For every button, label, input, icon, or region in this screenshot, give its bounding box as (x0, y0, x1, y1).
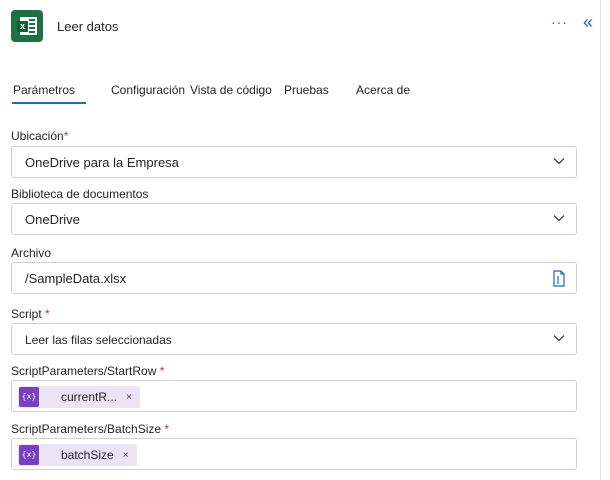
token-label: batchSize (61, 448, 114, 462)
file-label: Archivo (11, 246, 52, 260)
chevron-down-icon (553, 158, 565, 165)
start-row-input[interactable]: {x} currentR... × (11, 380, 577, 412)
script-label: Script * (11, 307, 50, 321)
more-options-button[interactable]: ··· (551, 14, 568, 30)
file-picker-icon[interactable] (552, 270, 566, 287)
location-dropdown[interactable]: OneDrive para la Empresa (11, 146, 577, 178)
tab-settings[interactable]: Configuración (111, 83, 185, 97)
chevron-down-icon (553, 215, 565, 222)
tab-code-view[interactable]: Vista de código (190, 83, 272, 97)
variable-token[interactable]: {x} currentR... × (18, 386, 140, 408)
panel-divider (600, 0, 601, 480)
variable-token[interactable]: {x} batchSize × (18, 444, 137, 466)
location-label: Ubicación* (11, 129, 69, 143)
required-mark: * (45, 307, 50, 321)
remove-token-button[interactable]: × (123, 450, 129, 461)
batch-size-input[interactable]: {x} batchSize × (11, 438, 577, 470)
chevron-down-icon (553, 335, 565, 342)
collapse-panel-button[interactable]: « (583, 13, 593, 31)
variable-icon: {x} (19, 445, 39, 465)
variable-icon: {x} (19, 387, 39, 407)
required-mark: * (63, 129, 69, 143)
library-value: OneDrive (25, 212, 80, 227)
library-dropdown[interactable]: OneDrive (11, 203, 577, 235)
required-mark: * (159, 364, 165, 378)
required-mark: * (164, 422, 170, 436)
tab-testing[interactable]: Pruebas (284, 83, 329, 97)
library-label: Biblioteca de documentos (11, 187, 149, 201)
tab-parameters[interactable]: Parámetros (13, 83, 75, 97)
start-row-label: ScriptParameters/StartRow * (11, 364, 165, 378)
excel-icon: x (11, 10, 43, 42)
token-label: currentR... (61, 390, 118, 404)
remove-token-button[interactable]: × (126, 392, 132, 403)
file-input[interactable]: /SampleData.xlsx (11, 262, 577, 294)
script-value: Leer las filas seleccionadas (25, 333, 172, 347)
action-panel: x Leer datos ··· « Parámetros Configurac… (0, 0, 600, 480)
location-value: OneDrive para la Empresa (25, 155, 179, 170)
active-tab-indicator (12, 102, 86, 104)
script-dropdown[interactable]: Leer las filas seleccionadas (11, 323, 577, 355)
tab-about[interactable]: Acerca de (356, 83, 410, 97)
batch-size-label: ScriptParameters/BatchSize * (11, 422, 170, 436)
file-value: /SampleData.xlsx (25, 271, 127, 286)
action-title: Leer datos (57, 19, 119, 34)
